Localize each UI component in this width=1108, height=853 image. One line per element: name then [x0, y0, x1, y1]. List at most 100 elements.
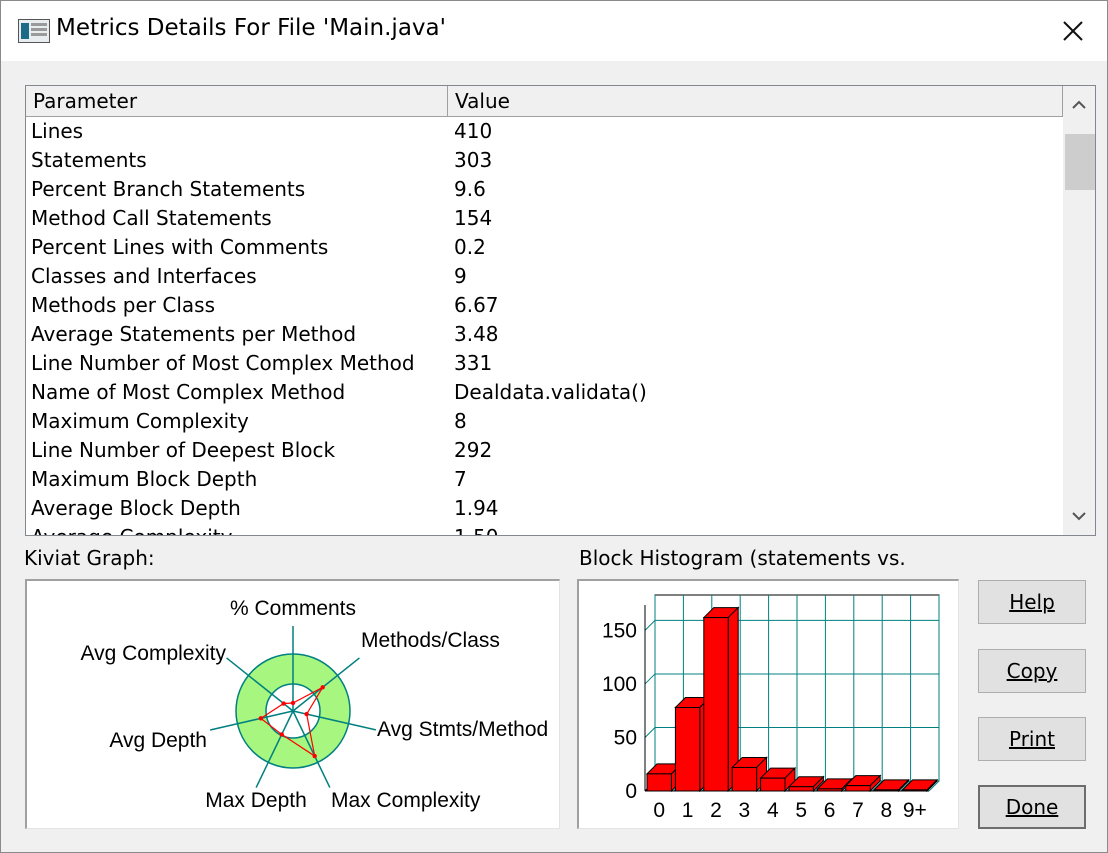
x-tick-label: 6 — [824, 799, 836, 822]
x-tick-label: 2 — [710, 799, 722, 822]
value-cell: 1.50 — [454, 525, 499, 535]
parameter-cell: Average Statements per Method — [31, 322, 357, 346]
histogram-bar-front — [788, 786, 814, 792]
value-cell: 331 — [454, 351, 493, 375]
table-row[interactable]: Percent Branch Statements 9.6 — [26, 175, 1063, 204]
vertical-scrollbar[interactable] — [1063, 86, 1095, 535]
kiviat-point — [304, 711, 309, 717]
table-row[interactable]: Maximum Complexity 8 — [26, 407, 1063, 436]
value-cell: 410 — [454, 119, 493, 143]
kiviat-axis-label: Max Depth — [205, 789, 307, 812]
value-cell: Dealdata.validata() — [454, 380, 647, 404]
kiviat-point — [281, 701, 286, 706]
value-cell: 3.48 — [454, 322, 499, 346]
histogram-bar-front — [845, 785, 871, 792]
chevron-down-icon — [1072, 512, 1086, 521]
x-tick-label: 0 — [653, 799, 665, 822]
histogram-bar-front — [646, 773, 672, 792]
parameter-cell: Line Number of Deepest Block — [31, 438, 336, 462]
y-tick-label: 100 — [602, 673, 637, 696]
kiviat-point — [320, 685, 325, 690]
histogram-bar-front — [760, 777, 786, 792]
histogram-bar — [702, 606, 740, 793]
x-tick-label: 1 — [682, 799, 694, 822]
value-cell: 292 — [454, 438, 493, 462]
metrics-details-dialog: Metrics Details For File 'Main.java' Par… — [0, 0, 1108, 853]
table-row[interactable]: Statements 303 — [26, 146, 1063, 175]
scroll-up-button[interactable] — [1063, 88, 1095, 122]
histogram-bar-front — [816, 788, 843, 792]
close-icon — [1063, 21, 1083, 41]
x-tick-label: 3 — [739, 799, 751, 822]
kiviat-point — [312, 753, 317, 759]
table-row[interactable]: Methods per Class 6.67 — [26, 291, 1063, 320]
window-app-icon — [18, 19, 50, 43]
histogram-bar-front — [902, 789, 928, 792]
kiviat-point — [279, 732, 284, 737]
block-histogram-label: Block Histogram (statements vs. — [579, 546, 906, 570]
x-tick-label: 4 — [767, 799, 779, 822]
kiviat-axis-label: Avg Depth — [109, 729, 207, 752]
column-header-parameter[interactable]: Parameter — [26, 86, 448, 116]
help-button[interactable]: Help — [978, 580, 1086, 624]
table-row[interactable]: Line Number of Most Complex Method 331 — [26, 349, 1063, 378]
table-row[interactable]: Lines 410 — [26, 117, 1063, 146]
table-row[interactable]: Classes and Interfaces 9 — [26, 262, 1063, 291]
block-histogram-panel: 0 50 100 150 0 1 2 3 4 5 6 7 8 9+ — [577, 579, 959, 829]
parameter-cell: Average Complexity — [31, 525, 232, 535]
kiviat-point — [258, 716, 264, 721]
parameter-cell: Average Block Depth — [31, 496, 241, 520]
histogram-side-line — [644, 620, 656, 631]
done-button[interactable]: Done — [978, 785, 1086, 829]
table-row[interactable]: Line Number of Deepest Block 292 — [26, 436, 1063, 465]
histogram-side-line — [644, 673, 656, 685]
parameter-cell: Method Call Statements — [31, 206, 272, 230]
table-row[interactable]: Average Complexity 1.50 — [26, 523, 1063, 535]
kiviat-axis-label: Avg Stmts/Method — [377, 718, 548, 741]
value-cell: 6.67 — [454, 293, 499, 317]
histogram-bar-front — [873, 789, 900, 792]
y-tick-label: 0 — [625, 780, 637, 803]
window-title: Metrics Details For File 'Main.java' — [56, 15, 446, 41]
kiviat-axis-label: % Comments — [230, 597, 356, 620]
scroll-down-button[interactable] — [1063, 499, 1095, 533]
kiviat-graph-panel: % Comments Methods/Class Avg Stmts/Method M… — [25, 579, 560, 829]
parameter-cell: Statements — [31, 148, 147, 172]
parameter-cell: Name of Most Complex Method — [31, 380, 346, 404]
table-row[interactable]: Method Call Statements 154 — [26, 204, 1063, 233]
value-cell: 9 — [454, 264, 467, 288]
table-body: Lines 410 Statements 303 Percent Branch Stat… — [26, 117, 1063, 535]
scrollbar-thumb[interactable] — [1065, 134, 1095, 190]
value-cell: 154 — [454, 206, 493, 230]
kiviat-graph-label: Kiviat Graph: — [24, 546, 155, 570]
print-button[interactable]: Print — [978, 717, 1086, 761]
parameter-cell: Maximum Block Depth — [31, 467, 258, 491]
close-button[interactable] — [1047, 9, 1099, 53]
value-cell: 303 — [454, 148, 493, 172]
value-cell: 8 — [454, 409, 467, 433]
metrics-table[interactable]: Parameter Value Lines 410 Statements 303 Per… — [25, 85, 1096, 536]
table-row[interactable]: Average Block Depth 1.94 — [26, 494, 1063, 523]
y-tick-label: 50 — [614, 726, 637, 749]
table-header: Parameter Value — [26, 86, 1063, 117]
kiviat-axis-label: Max Complexity — [331, 789, 481, 812]
histogram-bar-front — [731, 766, 758, 792]
block-histogram-chart: 0501001500 1 2 3 4 5 6 7 8 9+ — [602, 594, 940, 822]
title-bar: Metrics Details For File 'Main.java' — [1, 1, 1107, 61]
table-row[interactable]: Percent Lines with Comments 0.2 — [26, 233, 1063, 262]
column-header-value[interactable]: Value — [448, 86, 1063, 116]
table-row[interactable]: Average Statements per Method 3.48 — [26, 320, 1063, 349]
parameter-cell: Percent Branch Statements — [31, 177, 306, 201]
table-row[interactable]: Name of Most Complex Method Dealdata.vali… — [26, 378, 1063, 407]
copy-button[interactable]: Copy — [978, 649, 1086, 693]
x-tick-label: 8 — [881, 799, 893, 822]
kiviat-axis-label: Methods/Class — [361, 629, 500, 652]
value-cell: 9.6 — [454, 177, 486, 201]
parameter-cell: Classes and Interfaces — [31, 264, 257, 288]
kiviat-point — [290, 700, 296, 706]
table-row[interactable]: Maximum Block Depth 7 — [26, 465, 1063, 494]
parameter-cell: Methods per Class — [31, 293, 215, 317]
y-tick-label: 150 — [602, 619, 637, 642]
kiviat-graph: % CommentsMethods/Class Avg Stmts/Method M… — [80, 597, 548, 812]
x-tick-label: 9+ — [903, 799, 927, 822]
